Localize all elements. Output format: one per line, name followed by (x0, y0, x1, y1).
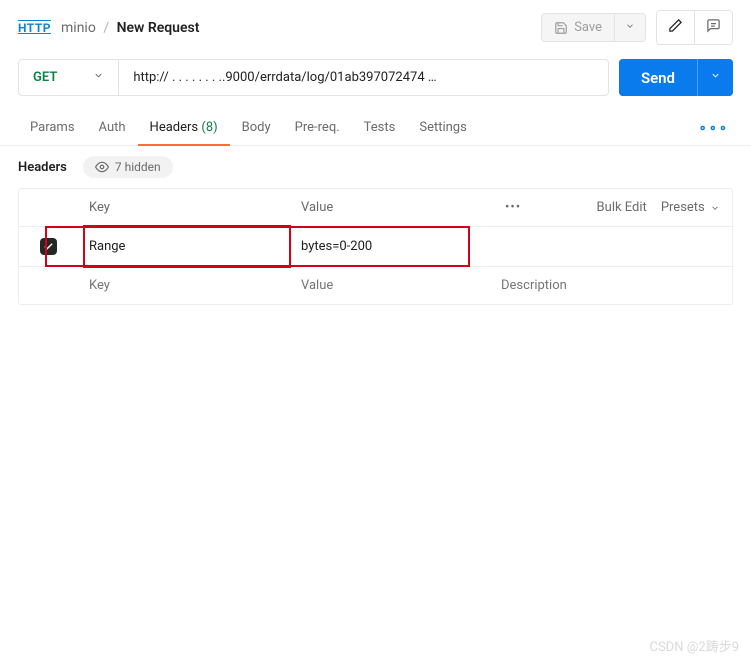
send-caret[interactable] (697, 59, 733, 96)
tab-auth[interactable]: Auth (87, 112, 138, 145)
tab-prereq[interactable]: Pre-req. (283, 112, 352, 145)
tab-settings[interactable]: Settings (407, 112, 478, 145)
url-input[interactable]: http:// . . . . . . . ..9000/errdata/log… (119, 60, 608, 95)
hidden-count-label: 7 hidden (115, 160, 161, 174)
new-value-input[interactable] (301, 278, 477, 293)
table-row-empty[interactable] (19, 267, 732, 304)
new-desc-input[interactable] (501, 278, 720, 293)
breadcrumb-title: New Request (117, 20, 200, 36)
hidden-headers-toggle[interactable]: 7 hidden (83, 156, 173, 178)
save-label: Save (574, 20, 602, 35)
more-actions[interactable]: ∘∘∘ (695, 115, 733, 142)
check-icon (43, 241, 54, 252)
new-key-input[interactable] (89, 278, 277, 293)
header-value-cell[interactable]: bytes=0-200 (289, 227, 489, 266)
row-checkbox[interactable] (40, 238, 57, 255)
breadcrumb: minio / New Request (61, 20, 199, 36)
pencil-icon (668, 18, 683, 33)
tab-params[interactable]: Params (18, 112, 87, 145)
bulk-edit-action[interactable]: Bulk Edit (597, 200, 647, 215)
save-caret[interactable] (614, 14, 645, 41)
method-select[interactable]: GET (19, 60, 119, 95)
header-key-cell[interactable]: Range (77, 227, 289, 266)
table-header-row: Key Value ••• Bulk Edit Presets (19, 189, 732, 227)
chevron-down-icon (710, 203, 720, 213)
headers-table: Key Value ••• Bulk Edit Presets Range by… (18, 188, 733, 305)
chevron-down-icon (710, 70, 721, 81)
chevron-down-icon (625, 21, 635, 31)
tab-tests[interactable]: Tests (352, 112, 408, 145)
chevron-down-icon (93, 70, 104, 85)
headers-title: Headers (18, 160, 67, 175)
watermark: CSDN @2踌步9 (650, 636, 740, 655)
tab-headers-count: (8) (201, 120, 217, 135)
more-columns[interactable]: ••• (505, 200, 521, 215)
table-row[interactable]: Range bytes=0-200 (19, 227, 732, 267)
col-value: Value (289, 189, 489, 226)
comment-icon (706, 18, 721, 33)
http-badge: HTTP (18, 21, 51, 35)
breadcrumb-separator: / (99, 20, 113, 36)
send-button[interactable]: Send (619, 59, 697, 96)
eye-icon (95, 160, 109, 174)
edit-button[interactable] (657, 11, 694, 44)
save-icon (554, 21, 568, 35)
tab-headers[interactable]: Headers (8) (138, 112, 230, 145)
breadcrumb-workspace[interactable]: minio (61, 20, 96, 36)
tab-headers-label: Headers (150, 120, 199, 135)
method-value: GET (33, 70, 57, 85)
tab-body[interactable]: Body (230, 112, 283, 145)
header-desc-cell[interactable] (489, 227, 732, 266)
comment-button[interactable] (694, 11, 732, 44)
col-key: Key (77, 189, 289, 226)
presets-action[interactable]: Presets (661, 200, 720, 215)
save-button[interactable]: Save (542, 14, 614, 41)
